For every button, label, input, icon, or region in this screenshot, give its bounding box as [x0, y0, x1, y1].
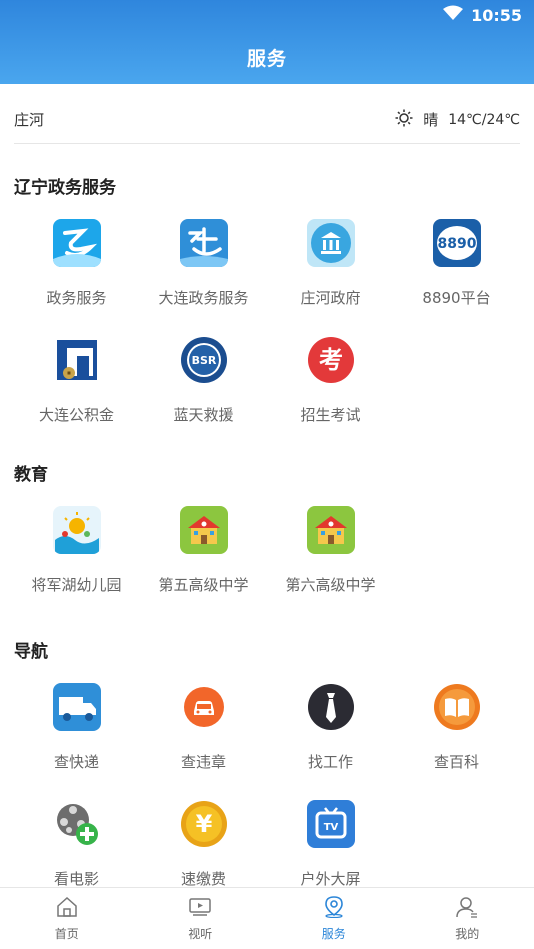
tile-label: 查违章 — [180, 753, 226, 771]
yen-badge-text: ¥ — [195, 810, 212, 838]
tv-icon: TV — [306, 800, 355, 848]
tile-label: 户外大屏 — [300, 870, 361, 888]
service-tile-payment[interactable]: ¥ 速缴费 — [140, 800, 267, 889]
service-tile-sixth-high-school[interactable]: 第六高级中学 — [267, 506, 394, 595]
tile-label: 招生考试 — [300, 406, 361, 424]
weather-condition: 晴 — [423, 111, 439, 129]
exam-icon: 考 — [306, 336, 355, 384]
service-tile-jobs[interactable]: 找工作 — [267, 683, 394, 772]
service-tile-express[interactable]: 查快递 — [13, 683, 140, 772]
tab-label: 我的 — [455, 926, 480, 941]
service-tile-kindergarten[interactable]: 将军湖幼儿园 — [13, 506, 140, 595]
bottom-navigation: 首页 视听 服务 我的 — [0, 887, 534, 949]
tile-label: 查百科 — [433, 753, 479, 771]
tv-badge-text: TV — [323, 822, 338, 833]
school-icon — [306, 506, 355, 554]
wifi-icon — [443, 5, 464, 25]
tile-label: 政务服务 — [46, 289, 107, 307]
dalian-gov-icon — [179, 219, 228, 267]
tile-label: 8890平台 — [422, 289, 491, 307]
tile-label: 找工作 — [307, 753, 353, 771]
service-tile-housing-fund[interactable]: 大连公积金 — [13, 336, 140, 425]
video-icon — [188, 896, 212, 921]
tile-label: 查快递 — [53, 753, 99, 771]
temperature: 14℃/24℃ — [448, 111, 520, 128]
service-tile-movies[interactable]: 看电影 — [13, 800, 140, 889]
tile-label: 第六高级中学 — [285, 576, 376, 594]
service-tile-exam[interactable]: 考 招生考试 — [267, 336, 394, 425]
service-tile-dalian-gov[interactable]: 大连政务服务 — [140, 219, 267, 308]
tile-label: 庄河政府 — [300, 289, 361, 307]
8890-badge-text: 8890 — [437, 236, 476, 252]
tab-profile[interactable]: 我的 — [401, 888, 534, 949]
service-tile-bsr-rescue[interactable]: BSR 蓝天救援 — [140, 336, 267, 425]
yen-coin-icon: ¥ — [179, 800, 228, 848]
book-icon — [432, 683, 481, 731]
tab-services[interactable]: 服务 — [267, 888, 401, 949]
status-bar: 10:55 — [443, 4, 522, 26]
government-building-icon — [306, 219, 355, 267]
location-pin-icon — [322, 895, 346, 921]
service-tile-8890[interactable]: 8890 8890平台 — [393, 219, 520, 308]
tile-label: 大连公积金 — [38, 406, 114, 424]
tile-label: 蓝天救援 — [173, 406, 234, 424]
exam-badge-text: 考 — [319, 346, 343, 374]
tab-label: 视听 — [188, 926, 213, 941]
service-tile-encyclopedia[interactable]: 查百科 — [393, 683, 520, 772]
8890-platform-icon: 8890 — [432, 219, 481, 267]
tab-label: 首页 — [54, 926, 79, 941]
sun-icon — [395, 109, 413, 131]
tile-label: 看电影 — [53, 870, 99, 888]
service-tile-zhuanghe-gov[interactable]: 庄河政府 — [267, 219, 394, 308]
tile-label: 将军湖幼儿园 — [31, 576, 122, 594]
clock: 10:55 — [471, 5, 522, 25]
kindergarten-icon — [52, 506, 101, 554]
user-icon — [455, 896, 479, 921]
school-icon — [179, 506, 228, 554]
bsr-rescue-icon: BSR — [179, 336, 228, 384]
section-title-education: 教育 — [14, 465, 48, 485]
tab-label: 服务 — [321, 926, 346, 941]
home-icon — [55, 896, 79, 921]
tab-video[interactable]: 视听 — [134, 888, 268, 949]
app-header: 10:55 服务 — [0, 0, 534, 84]
service-tile-outdoor-screen[interactable]: TV 户外大屏 — [267, 800, 394, 889]
section-title-navigation: 导航 — [14, 642, 48, 662]
tile-label: 第五高级中学 — [158, 576, 249, 594]
delivery-truck-icon — [52, 683, 101, 731]
service-tile-violation[interactable]: 查违章 — [140, 683, 267, 772]
liaoning-gov-icon — [52, 219, 101, 267]
section-title-liaoning-gov: 辽宁政务服务 — [14, 178, 116, 198]
service-tile-gov-service[interactable]: 政务服务 — [13, 219, 140, 308]
film-reel-icon — [52, 800, 101, 848]
page-title: 服务 — [246, 48, 287, 70]
bsr-badge-text: BSR — [191, 354, 216, 367]
location-weather-row: 庄河 晴 14℃/24℃ — [14, 96, 520, 144]
tie-icon — [306, 683, 355, 731]
car-icon — [179, 683, 228, 731]
weather-widget: 晴 14℃/24℃ — [395, 109, 520, 131]
tab-home[interactable]: 首页 — [0, 888, 134, 949]
tile-label: 速缴费 — [180, 870, 226, 888]
service-tile-fifth-high-school[interactable]: 第五高级中学 — [140, 506, 267, 595]
location-name[interactable]: 庄河 — [14, 109, 44, 130]
housing-fund-icon — [52, 336, 101, 384]
tile-label: 大连政务服务 — [158, 289, 249, 307]
